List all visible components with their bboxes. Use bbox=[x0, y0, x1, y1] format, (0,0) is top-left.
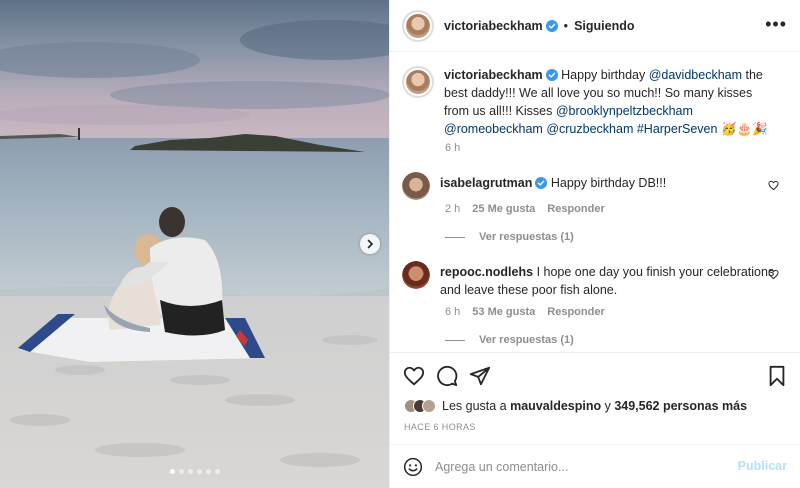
verified-badge-icon bbox=[545, 19, 558, 32]
liker-avatar[interactable] bbox=[422, 399, 436, 413]
likes-mid: y bbox=[601, 399, 615, 413]
likes-summary: Les gusta a mauvaldespino y 349,562 pers… bbox=[404, 399, 747, 413]
caption-username[interactable]: victoriabeckham bbox=[444, 68, 543, 82]
comment-time[interactable]: 2 h bbox=[445, 203, 460, 215]
comment-icon[interactable] bbox=[436, 365, 458, 387]
comment-time[interactable]: 6 h bbox=[445, 306, 460, 318]
more-options-icon[interactable]: ••• bbox=[765, 14, 787, 35]
comment-body: Happy birthday DB!!! bbox=[550, 176, 667, 190]
verified-badge-icon bbox=[545, 69, 558, 81]
caption-body: Happy birthday bbox=[561, 68, 649, 82]
next-slide-button[interactable] bbox=[360, 234, 380, 254]
view-replies-label: Ver respuestas (1) bbox=[479, 334, 574, 346]
post-side-panel: victoriabeckham • Siguiendo ••• victoria… bbox=[389, 0, 800, 488]
carousel-dot bbox=[169, 469, 175, 474]
follow-button[interactable]: Siguiendo bbox=[574, 19, 634, 33]
carousel-indicator bbox=[0, 469, 389, 474]
comment-like-heart-icon[interactable] bbox=[768, 180, 779, 191]
carousel-dot bbox=[205, 469, 211, 474]
commenter-username[interactable]: repooc.nodlehs bbox=[440, 265, 533, 279]
comment-meta: 2 h 25 Me gusta Responder bbox=[445, 203, 605, 215]
post-media[interactable] bbox=[0, 0, 389, 488]
likes-text: Les gusta a mauvaldespino y 349,562 pers… bbox=[442, 399, 747, 413]
emoji-icon[interactable] bbox=[403, 457, 423, 477]
likes-count[interactable]: 349,562 personas más bbox=[614, 399, 747, 413]
publish-button[interactable]: Publicar bbox=[738, 459, 787, 473]
post-actions: Les gusta a mauvaldespino y 349,562 pers… bbox=[390, 352, 800, 488]
carousel-dot bbox=[214, 469, 220, 474]
beach-photo bbox=[0, 0, 389, 488]
comment-meta: 6 h 53 Me gusta Responder bbox=[445, 306, 605, 318]
comment-likes[interactable]: 25 Me gusta bbox=[472, 203, 535, 215]
view-replies-label: Ver respuestas (1) bbox=[479, 231, 574, 243]
post-header: victoriabeckham • Siguiendo ••• bbox=[390, 0, 800, 52]
header-separator: • bbox=[563, 18, 569, 33]
liked-by-username[interactable]: mauvaldespino bbox=[510, 399, 601, 413]
commenter-avatar[interactable] bbox=[402, 261, 430, 289]
bookmark-icon[interactable] bbox=[767, 365, 787, 387]
commenter-username[interactable]: isabelagrutman bbox=[440, 176, 532, 190]
caption-avatar[interactable] bbox=[402, 66, 434, 98]
carousel-dot bbox=[196, 469, 202, 474]
view-replies[interactable]: Ver respuestas (1) bbox=[445, 231, 574, 243]
post-caption: victoriabeckham Happy birthday @davidbec… bbox=[402, 66, 790, 138]
comment-item: repooc.nodlehs I hope one day you finish… bbox=[402, 261, 792, 299]
verified-badge-icon bbox=[535, 177, 548, 189]
comment-item: isabelagrutman Happy birthday DB!!! bbox=[402, 172, 792, 200]
share-icon[interactable] bbox=[469, 365, 491, 387]
mention-romeobeckham[interactable]: @romeobeckham bbox=[444, 122, 543, 136]
hashtag-harperseven[interactable]: #HarperSeven bbox=[637, 122, 718, 136]
post-timestamp[interactable]: HACE 6 HORAS bbox=[404, 422, 476, 432]
view-replies[interactable]: Ver respuestas (1) bbox=[445, 334, 574, 346]
mention-cruzbeckham[interactable]: @cruzbeckham bbox=[546, 122, 633, 136]
comment-likes[interactable]: 53 Me gusta bbox=[472, 306, 535, 318]
caption-emoji: 🥳🎂🎉 bbox=[720, 122, 768, 136]
reply-button[interactable]: Responder bbox=[547, 203, 604, 215]
heart-icon[interactable] bbox=[403, 365, 425, 387]
author-avatar[interactable] bbox=[402, 9, 434, 42]
carousel-dot bbox=[187, 469, 193, 474]
likes-prefix: Les gusta a bbox=[442, 399, 511, 413]
comment-composer: Publicar bbox=[390, 444, 800, 488]
comment-like-heart-icon[interactable] bbox=[768, 269, 779, 280]
caption-text: victoriabeckham Happy birthday @davidbec… bbox=[444, 66, 779, 138]
carousel-dot bbox=[178, 469, 184, 474]
chevron-right-icon bbox=[367, 239, 374, 249]
commenter-avatar[interactable] bbox=[402, 172, 430, 200]
comment-text: isabelagrutman Happy birthday DB!!! bbox=[440, 172, 775, 200]
mention-davidbeckham[interactable]: @davidbeckham bbox=[649, 68, 742, 82]
author-username[interactable]: victoriabeckham bbox=[444, 19, 543, 33]
reply-button[interactable]: Responder bbox=[547, 306, 604, 318]
replies-line bbox=[445, 339, 465, 341]
comment-text: repooc.nodlehs I hope one day you finish… bbox=[440, 261, 775, 299]
mention-brooklynpeltzbeckham[interactable]: @brooklynpeltzbeckham bbox=[556, 104, 693, 118]
caption-time[interactable]: 6 h bbox=[445, 142, 460, 154]
replies-line bbox=[445, 236, 465, 238]
instagram-post-modal: victoriabeckham • Siguiendo ••• victoria… bbox=[0, 0, 800, 488]
comment-input[interactable] bbox=[435, 460, 725, 474]
